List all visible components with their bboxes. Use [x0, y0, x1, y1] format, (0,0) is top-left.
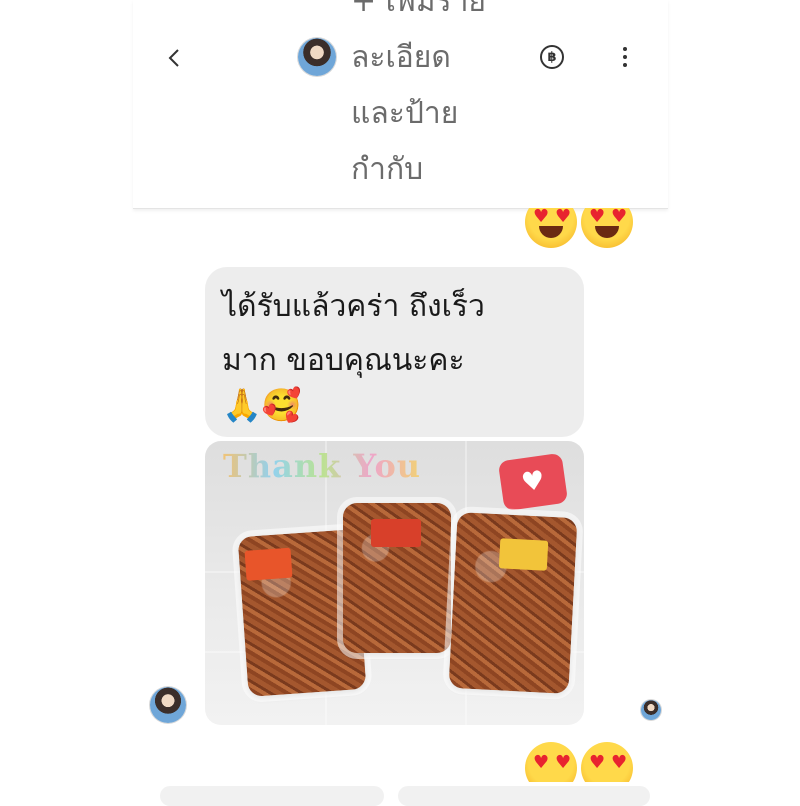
quick-reply-chip[interactable]	[398, 786, 650, 806]
sender-avatar[interactable]	[150, 687, 186, 723]
kebab-menu-icon	[623, 47, 627, 51]
product-bag	[448, 511, 578, 695]
message-emoji: 🙏🥰	[222, 386, 302, 424]
heart-eyes-emoji: ♥ ♥	[525, 742, 577, 782]
more-options-button[interactable]	[614, 44, 636, 72]
read-receipt-avatar	[641, 700, 661, 720]
back-button[interactable]	[160, 44, 188, 72]
heart-eyes-emoji: ♥ ♥	[581, 742, 633, 782]
message-text: ได้รับแล้วคร่า ถึงเร็ว มาก ขอบคุณนะคะ	[222, 289, 485, 378]
heart-icon: ♥	[497, 452, 569, 512]
reaction-emoji-row: ♥ ♥ ♥ ♥	[525, 208, 633, 248]
heart-eyes-emoji: ♥ ♥	[525, 208, 577, 248]
heart-eyes-emoji: ♥ ♥	[581, 208, 633, 248]
payment-button[interactable]: ฿	[540, 45, 564, 69]
chevron-left-icon	[168, 49, 179, 67]
reaction-emoji-row: ♥ ♥ ♥ ♥	[525, 742, 633, 782]
thank-you-caption: Thank You	[223, 447, 422, 485]
contact-avatar[interactable]	[298, 38, 336, 76]
product-bag	[343, 503, 451, 653]
baht-icon: ฿	[547, 49, 557, 65]
add-details-and-labels-link[interactable]: + เพิ่มราย ละเอียด และป้าย กำกับ	[351, 0, 521, 198]
quick-reply-chip[interactable]	[160, 786, 384, 806]
photo-message[interactable]: Thank You ♥	[205, 441, 584, 725]
